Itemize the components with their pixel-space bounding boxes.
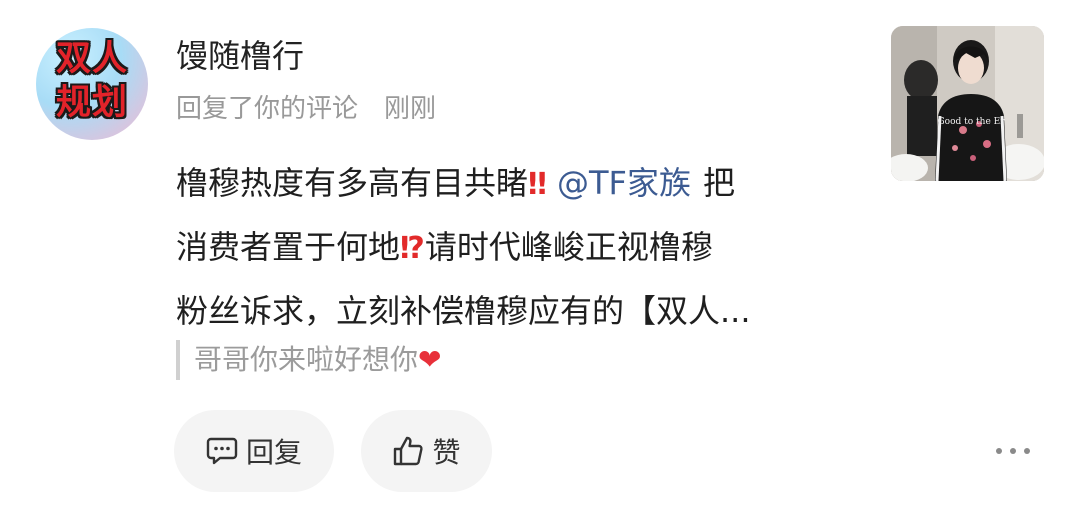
comment-icon: [206, 437, 238, 465]
double-exclamation-emoji: ‼: [528, 167, 547, 202]
quoted-reply[interactable]: 哥哥你来啦好想你❤: [176, 340, 441, 380]
like-button[interactable]: 赞: [361, 410, 492, 492]
exclamation-question-emoji: ⁉: [400, 231, 425, 266]
like-label: 赞: [432, 436, 461, 469]
post-thumbnail[interactable]: Good to the Er: [891, 26, 1044, 181]
heart-icon: ❤: [418, 343, 442, 376]
timestamp: 刚刚: [384, 94, 437, 124]
comment-line-1: 橹穆热度有多高有目共睹‼ @TF家族把: [176, 164, 735, 202]
reply-button[interactable]: 回复: [174, 410, 334, 492]
mention-link[interactable]: @TF家族: [557, 164, 691, 202]
reply-label: 回复: [245, 436, 302, 469]
comment-text[interactable]: 橹穆热度有多高有目共睹‼ @TF家族把 消费者置于何地⁉请时代峰峻正视橹穆 粉丝…: [176, 152, 836, 342]
comment-meta: 回复了你的评论 刚刚: [176, 90, 436, 128]
more-dots-icon[interactable]: [996, 437, 1030, 465]
avatar-text: 双人 规划: [55, 39, 128, 123]
username[interactable]: 馒随橹行: [176, 34, 304, 78]
thumbs-up-icon: [394, 436, 424, 466]
action-text: 回复了你的评论: [176, 94, 359, 124]
thumbnail-image: Good to the Er: [891, 26, 1044, 181]
comment-line-2: 消费者置于何地⁉请时代峰峻正视橹穆: [176, 228, 713, 266]
comment-line-3: 粉丝诉求，立刻补偿橹穆应有的【双人...: [176, 292, 751, 330]
avatar[interactable]: 双人 规划: [36, 28, 148, 140]
quoted-text: 哥哥你来啦好想你: [194, 343, 419, 376]
thumbnail-shirt-text: Good to the Er: [937, 117, 1005, 127]
